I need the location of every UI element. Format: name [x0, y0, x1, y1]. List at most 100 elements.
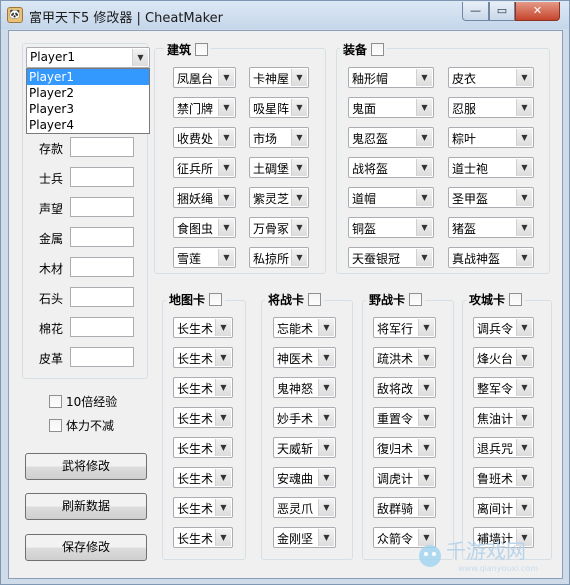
stat-input[interactable] [70, 167, 134, 187]
chevron-down-icon[interactable]: ▼ [291, 99, 307, 116]
stat-input[interactable] [70, 347, 134, 367]
stat-input[interactable] [70, 197, 134, 217]
building-select[interactable]: 捆妖绳 ▼ [173, 187, 236, 208]
field-cards-select-all-checkbox[interactable] [409, 293, 423, 306]
chevron-down-icon[interactable]: ▼ [215, 319, 231, 336]
equipment-select[interactable]: 战将盔 ▼ [348, 157, 434, 178]
stat-input[interactable] [70, 257, 134, 277]
chevron-down-icon[interactable]: ▼ [516, 99, 532, 116]
building-select[interactable]: 吸星阵 ▼ [249, 97, 309, 118]
chevron-down-icon[interactable]: ▼ [132, 49, 148, 66]
equipment-select[interactable]: 道帽 ▼ [348, 187, 434, 208]
chevron-down-icon[interactable]: ▼ [215, 409, 231, 426]
chevron-down-icon[interactable]: ▼ [516, 249, 532, 266]
chevron-down-icon[interactable]: ▼ [318, 409, 334, 426]
building-select[interactable]: 万骨冢 ▼ [249, 217, 309, 238]
chevron-down-icon[interactable]: ▼ [516, 189, 532, 206]
chevron-down-icon[interactable]: ▼ [318, 439, 334, 456]
chevron-down-icon[interactable]: ▼ [218, 129, 234, 146]
field-card-select[interactable]: 敌群骑 ▼ [373, 497, 436, 518]
chevron-down-icon[interactable]: ▼ [218, 69, 234, 86]
chevron-down-icon[interactable]: ▼ [218, 249, 234, 266]
chevron-down-icon[interactable]: ▼ [291, 69, 307, 86]
player-select[interactable]: Player1 ▼ [26, 47, 150, 68]
chevron-down-icon[interactable]: ▼ [318, 379, 334, 396]
chevron-down-icon[interactable]: ▼ [516, 409, 532, 426]
equipment-select[interactable]: 铜盔 ▼ [348, 217, 434, 238]
map-card-select[interactable]: 长生术 ▼ [173, 437, 233, 458]
siege-cards-select-all-checkbox[interactable] [509, 293, 523, 306]
chevron-down-icon[interactable]: ▼ [291, 219, 307, 236]
equipment-select[interactable]: 真战神盔 ▼ [448, 247, 534, 268]
equipment-select-all-checkbox[interactable] [371, 43, 385, 56]
minimize-button[interactable]: — [462, 2, 489, 21]
building-select[interactable]: 紫灵芝 ▼ [249, 187, 309, 208]
equipment-select[interactable]: 天蚕银冠 ▼ [348, 247, 434, 268]
chevron-down-icon[interactable]: ▼ [416, 99, 432, 116]
chevron-down-icon[interactable]: ▼ [516, 159, 532, 176]
chevron-down-icon[interactable]: ▼ [416, 159, 432, 176]
siege-card-select[interactable]: 退兵咒 ▼ [473, 437, 534, 458]
map-card-select[interactable]: 长生术 ▼ [173, 407, 233, 428]
chevron-down-icon[interactable]: ▼ [418, 379, 434, 396]
chevron-down-icon[interactable]: ▼ [416, 219, 432, 236]
save-changes-button[interactable]: 保存修改 [25, 534, 147, 561]
building-select[interactable]: 禁门牌 ▼ [173, 97, 236, 118]
equipment-select[interactable]: 猪盔 ▼ [448, 217, 534, 238]
chevron-down-icon[interactable]: ▼ [215, 349, 231, 366]
equipment-select[interactable]: 釉形帽 ▼ [348, 67, 434, 88]
building-select[interactable]: 私掠所 ▼ [249, 247, 309, 268]
general-edit-button[interactable]: 武将修改 [25, 453, 147, 480]
chevron-down-icon[interactable]: ▼ [418, 469, 434, 486]
chevron-down-icon[interactable]: ▼ [291, 189, 307, 206]
map-card-select[interactable]: 长生术 ▼ [173, 497, 233, 518]
general-cards-select-all-checkbox[interactable] [308, 293, 322, 306]
equipment-select[interactable]: 圣甲盔 ▼ [448, 187, 534, 208]
equipment-select[interactable]: 鬼忍盔 ▼ [348, 127, 434, 148]
siege-card-select[interactable]: 烽火台 ▼ [473, 347, 534, 368]
field-card-select[interactable]: 復归术 ▼ [373, 437, 436, 458]
chevron-down-icon[interactable]: ▼ [318, 499, 334, 516]
chevron-down-icon[interactable]: ▼ [416, 189, 432, 206]
field-card-select[interactable]: 疏洪术 ▼ [373, 347, 436, 368]
chevron-down-icon[interactable]: ▼ [418, 409, 434, 426]
stat-input[interactable] [70, 287, 134, 307]
equipment-select[interactable]: 道士袍 ▼ [448, 157, 534, 178]
building-select[interactable]: 收费处 ▼ [173, 127, 236, 148]
chevron-down-icon[interactable]: ▼ [418, 439, 434, 456]
equipment-select[interactable]: 鬼面 ▼ [348, 97, 434, 118]
general-card-select[interactable]: 忘能术 ▼ [273, 317, 336, 338]
siege-card-select[interactable]: 调兵令 ▼ [473, 317, 534, 338]
building-select[interactable]: 卡神屋 ▼ [249, 67, 309, 88]
field-card-select[interactable]: 敌将改 ▼ [373, 377, 436, 398]
map-card-select[interactable]: 长生术 ▼ [173, 467, 233, 488]
chevron-down-icon[interactable]: ▼ [516, 319, 532, 336]
chevron-down-icon[interactable]: ▼ [215, 499, 231, 516]
chevron-down-icon[interactable]: ▼ [516, 439, 532, 456]
stat-input[interactable] [70, 137, 134, 157]
siege-card-select[interactable]: 鲁班术 ▼ [473, 467, 534, 488]
chevron-down-icon[interactable]: ▼ [218, 99, 234, 116]
map-card-select[interactable]: 长生术 ▼ [173, 347, 233, 368]
chevron-down-icon[interactable]: ▼ [516, 69, 532, 86]
chevron-down-icon[interactable]: ▼ [416, 69, 432, 86]
chevron-down-icon[interactable]: ▼ [516, 349, 532, 366]
equipment-select[interactable]: 皮衣 ▼ [448, 67, 534, 88]
chevron-down-icon[interactable]: ▼ [291, 129, 307, 146]
general-card-select[interactable]: 妙手术 ▼ [273, 407, 336, 428]
chevron-down-icon[interactable]: ▼ [516, 499, 532, 516]
buildings-select-all-checkbox[interactable] [195, 43, 209, 56]
map-cards-select-all-checkbox[interactable] [209, 293, 223, 306]
title-bar[interactable]: 🐼 富甲天下5 修改器 | CheatMaker — ▭ ✕ [1, 1, 569, 29]
chevron-down-icon[interactable]: ▼ [218, 189, 234, 206]
chevron-down-icon[interactable]: ▼ [215, 439, 231, 456]
chevron-down-icon[interactable]: ▼ [218, 219, 234, 236]
checkbox-box[interactable] [49, 395, 62, 408]
map-card-select[interactable]: 长生术 ▼ [173, 377, 233, 398]
stamina-checkbox[interactable]: 体力不减 [49, 417, 114, 434]
building-select[interactable]: 征兵所 ▼ [173, 157, 236, 178]
chevron-down-icon[interactable]: ▼ [215, 469, 231, 486]
checkbox-box[interactable] [49, 419, 62, 432]
chevron-down-icon[interactable]: ▼ [418, 349, 434, 366]
general-card-select[interactable]: 天威斩 ▼ [273, 437, 336, 458]
